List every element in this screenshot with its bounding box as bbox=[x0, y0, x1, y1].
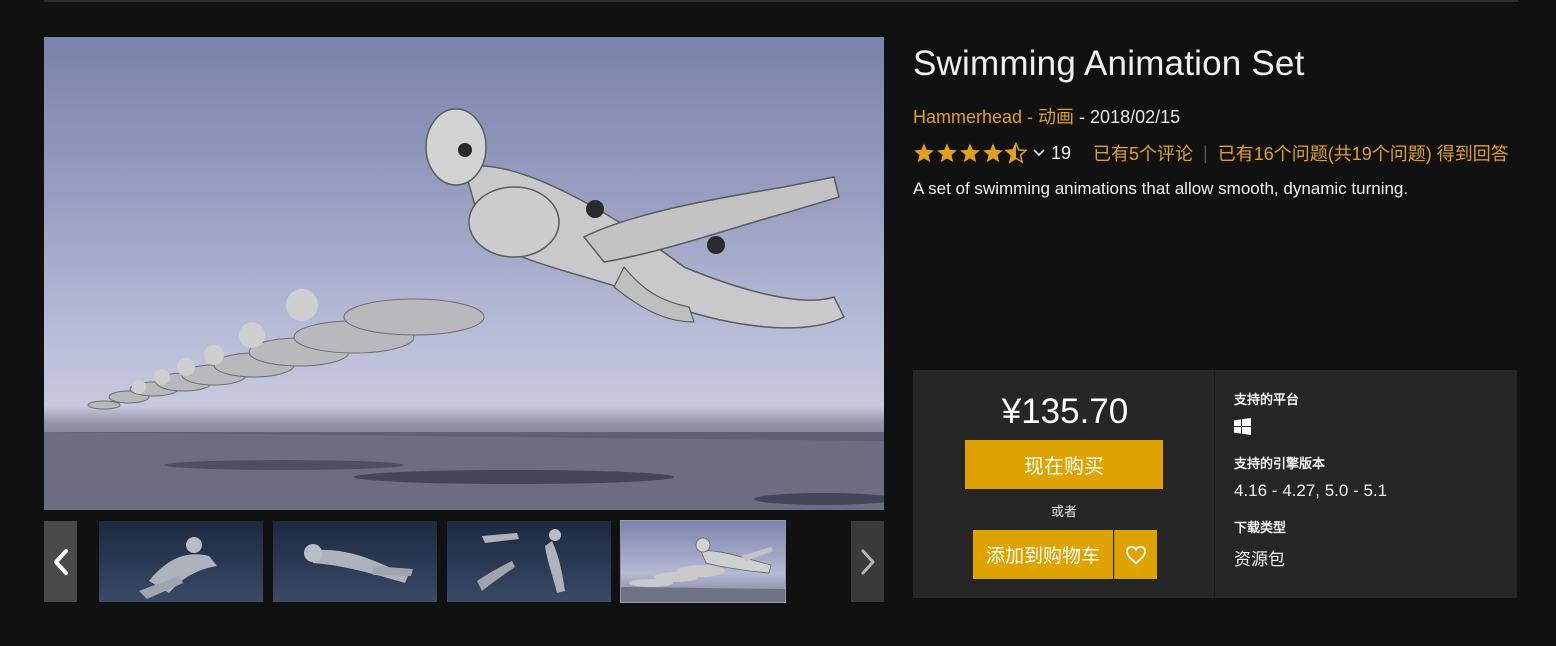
star-full-icon bbox=[937, 143, 957, 163]
star-rating[interactable] bbox=[913, 142, 1027, 164]
category-link[interactable]: 动画 bbox=[1038, 107, 1074, 127]
top-divider bbox=[44, 0, 1518, 2]
meta-separator: - bbox=[1022, 107, 1039, 127]
meta-separator: - bbox=[1074, 107, 1091, 127]
main-preview-image bbox=[44, 37, 884, 510]
gallery-prev-button[interactable] bbox=[44, 521, 77, 602]
platforms-label: 支持的平台 bbox=[1234, 392, 1300, 407]
star-full-icon bbox=[960, 143, 980, 163]
heart-icon bbox=[1125, 545, 1147, 564]
gallery-thumbnail[interactable] bbox=[447, 521, 611, 602]
download-type-value: 资源包 bbox=[1234, 550, 1285, 569]
questions-link[interactable]: 已有16个问题(共19个问题) 得到回答 bbox=[1218, 140, 1509, 166]
or-label: 或者 bbox=[1050, 504, 1077, 519]
gallery-thumbnail-selected[interactable] bbox=[620, 520, 786, 603]
gallery-thumbnail[interactable] bbox=[273, 521, 437, 602]
purchase-panel: ¥135.70 现在购买 或者 添加到购物车 支持的平台 支持的引擎版本 4.1… bbox=[913, 370, 1517, 598]
star-full-icon bbox=[914, 143, 934, 163]
reviews-link[interactable]: 已有5个评论 bbox=[1093, 140, 1193, 166]
download-type-label: 下载类型 bbox=[1234, 520, 1287, 535]
rating-row: 19 已有5个评论 | 已有16个问题(共19个问题) 得到回答 bbox=[913, 141, 1509, 165]
product-meta: Hammerhead - 动画 - 2018/02/15 bbox=[913, 103, 1180, 129]
rating-count: 19 bbox=[1051, 142, 1072, 163]
product-description: A set of swimming animations that allow … bbox=[913, 179, 1409, 198]
panel-divider bbox=[1214, 370, 1215, 598]
engine-versions-value: 4.16 - 4.27, 5.0 - 5.1 bbox=[1234, 481, 1388, 500]
release-date: 2018/02/15 bbox=[1090, 107, 1181, 127]
wishlist-button[interactable] bbox=[1114, 530, 1157, 579]
product-title: Swimming Animation Set bbox=[913, 44, 1305, 83]
price: ¥135.70 bbox=[1001, 392, 1129, 431]
chevron-right-icon bbox=[861, 549, 874, 574]
seller-link[interactable]: Hammerhead bbox=[913, 107, 1022, 127]
gallery-next-button[interactable] bbox=[851, 521, 884, 602]
chevron-down-icon[interactable] bbox=[1033, 148, 1045, 158]
engine-versions-label: 支持的引擎版本 bbox=[1234, 456, 1326, 471]
add-to-cart-button[interactable]: 添加到购物车 bbox=[973, 530, 1113, 579]
gallery-thumbnail[interactable] bbox=[99, 521, 263, 602]
star-full-icon bbox=[983, 143, 1003, 163]
buy-now-button[interactable]: 现在购买 bbox=[965, 440, 1163, 489]
chevron-left-icon bbox=[53, 548, 68, 575]
star-half-icon bbox=[1005, 142, 1027, 164]
divider: | bbox=[1203, 142, 1208, 163]
windows-icon bbox=[1234, 418, 1251, 435]
